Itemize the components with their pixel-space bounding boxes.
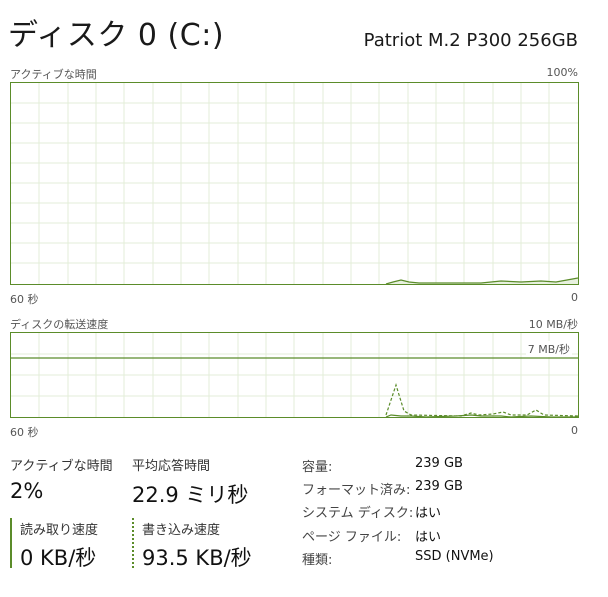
- active-time-stat-label: アクティブな時間: [10, 459, 113, 474]
- active-time-max-label: 100%: [546, 66, 578, 79]
- transfer-grid: [11, 333, 578, 417]
- prop-value-system-disk: はい: [415, 506, 442, 521]
- read-speed-label: 読み取り速度: [20, 523, 99, 538]
- active-time-x-left: 60 秒: [10, 293, 39, 306]
- read-speed-indicator: [10, 518, 12, 568]
- active-time-chart: [10, 82, 579, 285]
- prop-value-capacity: 239 GB: [415, 456, 463, 471]
- prop-value-formatted: 239 GB: [415, 479, 463, 494]
- transfer-chart-svg: [11, 333, 578, 417]
- active-time-stat-value: 2%: [10, 479, 44, 503]
- read-speed-value: 0 KB/秒: [20, 546, 97, 570]
- prop-key-page-file: ページ ファイル:: [302, 530, 402, 545]
- prop-value-page-file: はい: [415, 530, 442, 545]
- avg-response-label: 平均応答時間: [132, 459, 211, 474]
- active-time-x-right: 0: [571, 291, 578, 304]
- page-title: ディスク 0 (C:): [8, 18, 225, 53]
- transfer-chart-label: ディスクの転送速度: [10, 318, 109, 331]
- write-speed-label: 書き込み速度: [142, 523, 221, 538]
- prop-key-capacity: 容量:: [302, 460, 333, 475]
- transfer-max-label: 10 MB/秒: [528, 318, 578, 331]
- active-time-chart-label: アクティブな時間: [10, 68, 97, 81]
- prop-key-type: 種類:: [302, 553, 333, 568]
- transfer-reference-label: 7 MB/秒: [525, 341, 572, 357]
- prop-key-system-disk: システム ディスク:: [302, 506, 414, 521]
- transfer-x-left: 60 秒: [10, 426, 39, 439]
- active-time-chart-svg: [11, 83, 578, 284]
- transfer-x-right: 0: [571, 424, 578, 437]
- write-speed-value: 93.5 KB/秒: [142, 546, 252, 570]
- prop-key-formatted: フォーマット済み:: [302, 483, 411, 498]
- disk-model: Patriot M.2 P300 256GB: [363, 30, 578, 51]
- transfer-chart: 7 MB/秒: [10, 332, 579, 418]
- avg-response-value: 22.9 ミリ秒: [132, 483, 249, 507]
- prop-value-type: SSD (NVMe): [415, 549, 494, 564]
- active-time-grid: [11, 83, 578, 284]
- write-speed-indicator: [132, 518, 134, 568]
